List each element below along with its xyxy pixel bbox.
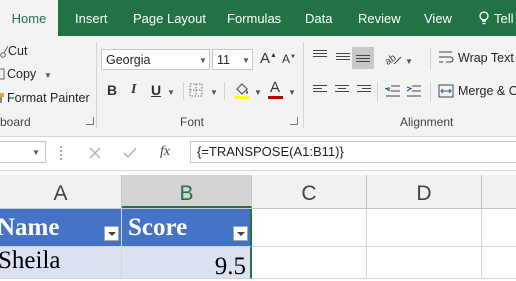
table-header-score: Score bbox=[128, 214, 188, 241]
bold-button[interactable]: B bbox=[107, 82, 117, 98]
underline-dropdown-icon[interactable]: ▼ bbox=[167, 88, 175, 97]
column-header-b[interactable]: B bbox=[122, 175, 252, 208]
align-left-icon[interactable] bbox=[313, 85, 327, 97]
tab-tell-me[interactable]: Tell bbox=[494, 0, 514, 36]
font-name-select[interactable]: Georgia ▼ bbox=[101, 49, 210, 70]
alignment-group-label: Alignment bbox=[400, 115, 454, 129]
column-header-a[interactable]: A bbox=[0, 175, 122, 208]
table-header-cell[interactable]: Name bbox=[0, 209, 122, 247]
table-row[interactable]: Sheila bbox=[0, 247, 122, 279]
column-header-e[interactable] bbox=[482, 175, 516, 208]
font-color-dropdown-icon[interactable]: ▼ bbox=[288, 88, 296, 97]
font-color-swatch bbox=[268, 96, 283, 99]
clipboard-dialog-launcher-icon[interactable] bbox=[86, 117, 94, 125]
lightbulb-icon bbox=[479, 11, 489, 25]
copy-button[interactable]: Copy bbox=[7, 67, 36, 81]
clipboard-group-label: board bbox=[0, 115, 31, 129]
formula-bar-grip[interactable] bbox=[60, 146, 64, 160]
fill-color-dropdown-icon[interactable]: ▼ bbox=[254, 88, 262, 97]
insert-function-button[interactable]: fx bbox=[160, 144, 170, 160]
font-color-icon: A bbox=[270, 79, 281, 96]
merge-center-button[interactable]: Merge & C bbox=[458, 84, 516, 98]
filter-dropdown-icon[interactable] bbox=[233, 226, 248, 241]
merge-center-icon bbox=[438, 84, 454, 98]
table-cell[interactable] bbox=[482, 247, 516, 279]
filter-dropdown-icon[interactable] bbox=[104, 226, 119, 241]
paintbrush-icon bbox=[0, 93, 4, 103]
italic-button[interactable]: I bbox=[131, 82, 136, 98]
font-name-value: Georgia bbox=[106, 53, 151, 67]
fill-color-icon[interactable] bbox=[233, 81, 251, 99]
column-header-d[interactable]: D bbox=[367, 175, 482, 208]
group-divider bbox=[224, 82, 225, 100]
copy-icon bbox=[0, 68, 5, 80]
tab-review[interactable]: Review bbox=[358, 0, 401, 36]
bottom-align-button[interactable] bbox=[352, 47, 374, 69]
table-cell[interactable] bbox=[367, 209, 482, 247]
group-divider bbox=[303, 42, 304, 128]
worksheet-grid: Name Score Sheila 9.5 bbox=[0, 209, 516, 280]
wrap-text-icon bbox=[439, 51, 454, 63]
name-box[interactable]: ▼ bbox=[0, 141, 46, 163]
score-cell: 9.5 bbox=[214, 253, 246, 280]
orientation-dropdown-icon[interactable]: ▼ bbox=[405, 57, 413, 66]
font-dialog-launcher-icon[interactable] bbox=[290, 117, 298, 125]
table-header-cell[interactable]: Score bbox=[122, 209, 252, 247]
borders-dropdown-icon[interactable]: ▼ bbox=[210, 88, 218, 97]
cancel-icon[interactable] bbox=[88, 146, 102, 160]
ribbon-home: Cut Copy ▼ Format Painter board Georgia … bbox=[0, 36, 516, 137]
increase-font-size-icon[interactable]: A▲ bbox=[260, 50, 277, 67]
tab-view[interactable]: View bbox=[424, 0, 452, 36]
ribbon-tab-bar: Home Insert Page Layout Formulas Data Re… bbox=[0, 0, 516, 36]
copy-dropdown-icon[interactable]: ▼ bbox=[44, 71, 52, 80]
formula-bar: ▼ fx {=TRANSPOSE(A1:B11)} bbox=[0, 137, 516, 171]
align-right-icon[interactable] bbox=[357, 85, 371, 97]
chevron-down-icon: ▼ bbox=[199, 56, 207, 65]
chevron-down-icon: ▼ bbox=[32, 148, 40, 157]
borders-icon[interactable] bbox=[189, 83, 203, 97]
group-divider bbox=[430, 48, 431, 70]
middle-align-icon[interactable] bbox=[336, 53, 350, 65]
name-cell: Sheila bbox=[0, 247, 61, 274]
cut-button[interactable]: Cut bbox=[8, 44, 27, 58]
table-cell[interactable] bbox=[482, 209, 516, 247]
table-header-name: Name bbox=[0, 214, 60, 241]
group-divider bbox=[430, 82, 431, 102]
table-cell[interactable] bbox=[367, 247, 482, 279]
enter-checkmark-icon[interactable] bbox=[122, 146, 138, 160]
tab-data[interactable]: Data bbox=[305, 0, 332, 36]
tab-formulas[interactable]: Formulas bbox=[227, 0, 281, 36]
font-group-label: Font bbox=[180, 115, 205, 129]
column-header-c[interactable]: C bbox=[252, 175, 367, 208]
bottom-align-icon bbox=[356, 55, 370, 67]
font-color-button[interactable]: A bbox=[268, 79, 284, 101]
chevron-down-icon: ▼ bbox=[242, 56, 250, 65]
table-cell[interactable] bbox=[252, 209, 367, 247]
font-size-select[interactable]: 11 ▼ bbox=[212, 49, 253, 70]
top-align-icon[interactable] bbox=[313, 50, 327, 62]
svg-text:ab: ab bbox=[384, 52, 399, 66]
increase-indent-icon[interactable] bbox=[406, 84, 422, 98]
formula-input[interactable]: {=TRANSPOSE(A1:B11)} bbox=[190, 141, 516, 163]
underline-button[interactable]: U bbox=[151, 82, 161, 98]
group-divider bbox=[96, 42, 97, 128]
format-painter-button[interactable]: Format Painter bbox=[7, 91, 90, 105]
wrap-text-button[interactable]: Wrap Text bbox=[458, 51, 514, 65]
group-divider bbox=[183, 82, 184, 100]
tab-insert[interactable]: Insert bbox=[75, 0, 108, 36]
decrease-font-size-icon[interactable]: A▼ bbox=[282, 52, 296, 66]
table-row[interactable]: 9.5 bbox=[122, 247, 252, 280]
scissors-icon bbox=[0, 46, 8, 58]
orientation-icon[interactable]: ab bbox=[384, 50, 402, 66]
table-cell[interactable] bbox=[252, 247, 367, 279]
font-size-value: 11 bbox=[217, 53, 230, 67]
align-center-icon[interactable] bbox=[335, 85, 349, 97]
decrease-indent-icon[interactable] bbox=[385, 84, 401, 98]
tab-page-layout[interactable]: Page Layout bbox=[133, 0, 206, 36]
tab-home[interactable]: Home bbox=[0, 0, 58, 36]
group-divider bbox=[377, 82, 378, 102]
column-header-row: A B C D bbox=[0, 175, 516, 209]
